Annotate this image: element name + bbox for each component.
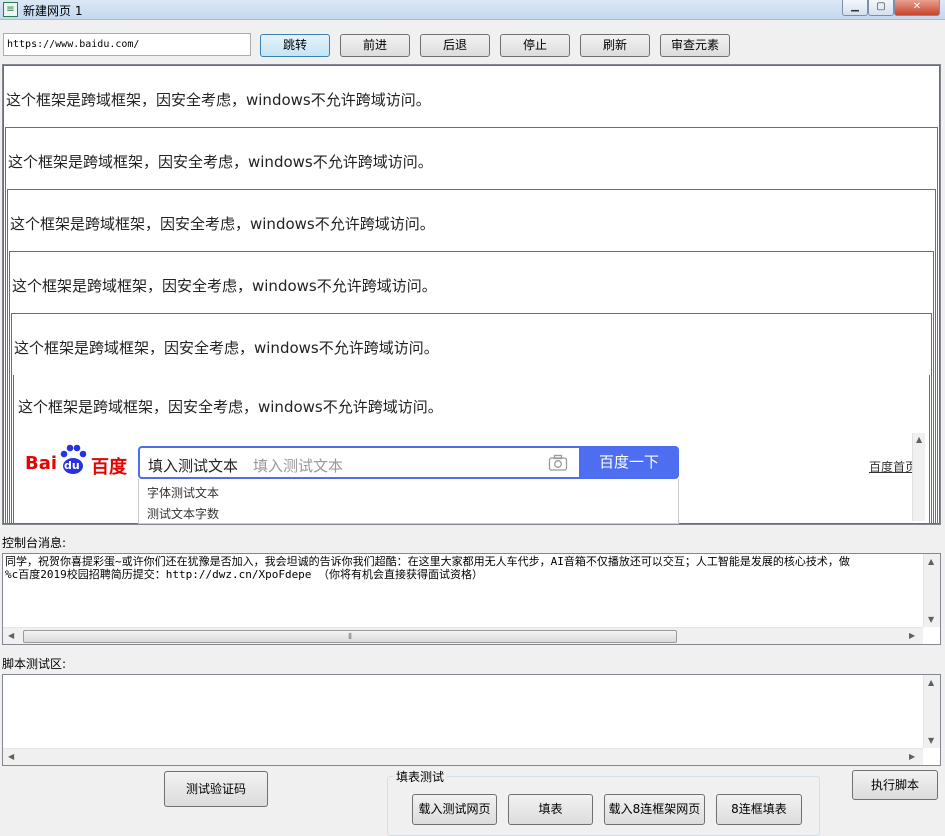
back-button[interactable]: 后退: [420, 34, 490, 57]
scroll-right-icon[interactable]: ▶: [909, 631, 915, 640]
console-text: 同学，祝贺你喜提彩蛋~或许你们还在犹豫是否加入，我会坦诚的告诉你我们超酷：在这里…: [5, 555, 921, 581]
run-script-button[interactable]: 执行脚本: [852, 770, 938, 800]
refresh-button[interactable]: 刷新: [580, 34, 650, 57]
console-line: 同学，祝贺你喜提彩蛋~或许你们还在犹豫是否加入，我会坦诚的告诉你我们超酷：在这里…: [5, 555, 850, 568]
suggestion-item[interactable]: 测试文本字数: [147, 505, 219, 522]
url-input[interactable]: [3, 33, 251, 56]
close-button[interactable]: ✕: [894, 0, 940, 16]
stop-button[interactable]: 停止: [500, 34, 570, 57]
browser-scrollbar[interactable]: ▲: [912, 433, 925, 521]
fill-8-frame-button[interactable]: 8连框填表: [716, 794, 802, 825]
scroll-right-icon[interactable]: ▶: [909, 752, 915, 761]
script-input[interactable]: ▲ ▼ ◀ ▶: [2, 674, 941, 766]
suggestion-dropdown: 字体测试文本 测试文本字数: [138, 479, 679, 524]
fill-form-button[interactable]: 填表: [508, 794, 593, 825]
scroll-up-icon[interactable]: ▲: [928, 557, 934, 566]
scroll-up-icon[interactable]: ▲: [928, 678, 934, 687]
frame-message: 这个框架是跨域框架，因安全考虑，windows不允许跨域访问。: [6, 91, 431, 109]
frame-message: 这个框架是跨域框架，因安全考虑，windows不允许跨域访问。: [10, 215, 435, 233]
console-hscrollbar[interactable]: ◀ ⦀ ▶: [3, 627, 923, 644]
search-placeholder: 填入测试文本: [253, 457, 344, 475]
console-line: %c百度2019校园招聘简历提交：http://dwz.cn/XpoFdepe …: [5, 568, 484, 581]
script-hscrollbar[interactable]: ◀ ▶: [3, 748, 923, 765]
frame-message: 这个框架是跨域框架，因安全考虑，windows不允许跨域访问。: [12, 277, 437, 295]
baidu-logo[interactable]: Bai du 百度: [25, 443, 135, 478]
frame-message: 这个框架是跨域框架，因安全考虑，windows不允许跨域访问。: [14, 339, 439, 357]
group-title: 填表测试: [393, 768, 448, 785]
scroll-left-icon[interactable]: ◀: [8, 631, 14, 640]
frame-message: 这个框架是跨域框架，因安全考虑，windows不允许跨域访问。: [18, 398, 443, 416]
maximize-button[interactable]: ▢: [868, 0, 894, 16]
scroll-down-icon[interactable]: ▼: [928, 615, 934, 624]
test-captcha-button[interactable]: 测试验证码: [164, 771, 268, 807]
baidu-page: Bai du 百度 填入测试文本 填入测试文本 百度一下 百度首页 字体测试文本…: [15, 433, 927, 524]
inspect-element-button[interactable]: 审查元素: [660, 34, 730, 57]
search-value: 填入测试文本: [148, 457, 239, 475]
minimize-button[interactable]: ▁: [842, 0, 868, 16]
scroll-thumb[interactable]: ⦀: [23, 630, 677, 643]
console-label: 控制台消息:: [2, 536, 67, 550]
title-bar: ≡ 新建网页 1 ▁ ▢ ✕: [0, 0, 945, 20]
frame-message: 这个框架是跨域框架，因安全考虑，windows不允许跨域访问。: [8, 153, 433, 171]
forward-button[interactable]: 前进: [340, 34, 410, 57]
baidu-search-button[interactable]: 百度一下: [579, 446, 679, 479]
console-vscrollbar[interactable]: ▲ ▼: [923, 554, 940, 627]
scroll-up-icon[interactable]: ▲: [916, 435, 922, 444]
logo-text-du: du: [64, 459, 80, 472]
page-icon: ≡: [3, 2, 18, 17]
baidu-home-link[interactable]: 百度首页: [869, 458, 917, 475]
scroll-left-icon[interactable]: ◀: [8, 752, 14, 761]
baidu-search-input[interactable]: 填入测试文本 填入测试文本: [138, 446, 579, 479]
suggestion-item[interactable]: 字体测试文本: [147, 484, 219, 501]
go-button[interactable]: 跳转: [260, 34, 330, 57]
console-output[interactable]: 同学，祝贺你喜提彩蛋~或许你们还在犹豫是否加入，我会坦诚的告诉你我们超酷：在这里…: [2, 553, 941, 645]
window-title: 新建网页 1: [23, 4, 83, 18]
load-test-page-button[interactable]: 载入测试网页: [412, 794, 497, 825]
scroll-down-icon[interactable]: ▼: [928, 736, 934, 745]
script-label: 脚本测试区:: [2, 657, 67, 671]
load-8-frame-page-button[interactable]: 载入8连框架网页: [604, 794, 705, 825]
script-vscrollbar[interactable]: ▲ ▼: [923, 675, 940, 748]
logo-text-bai: Bai: [25, 453, 58, 474]
logo-text-baidu: 百度: [91, 457, 127, 478]
camera-icon[interactable]: [548, 454, 568, 472]
